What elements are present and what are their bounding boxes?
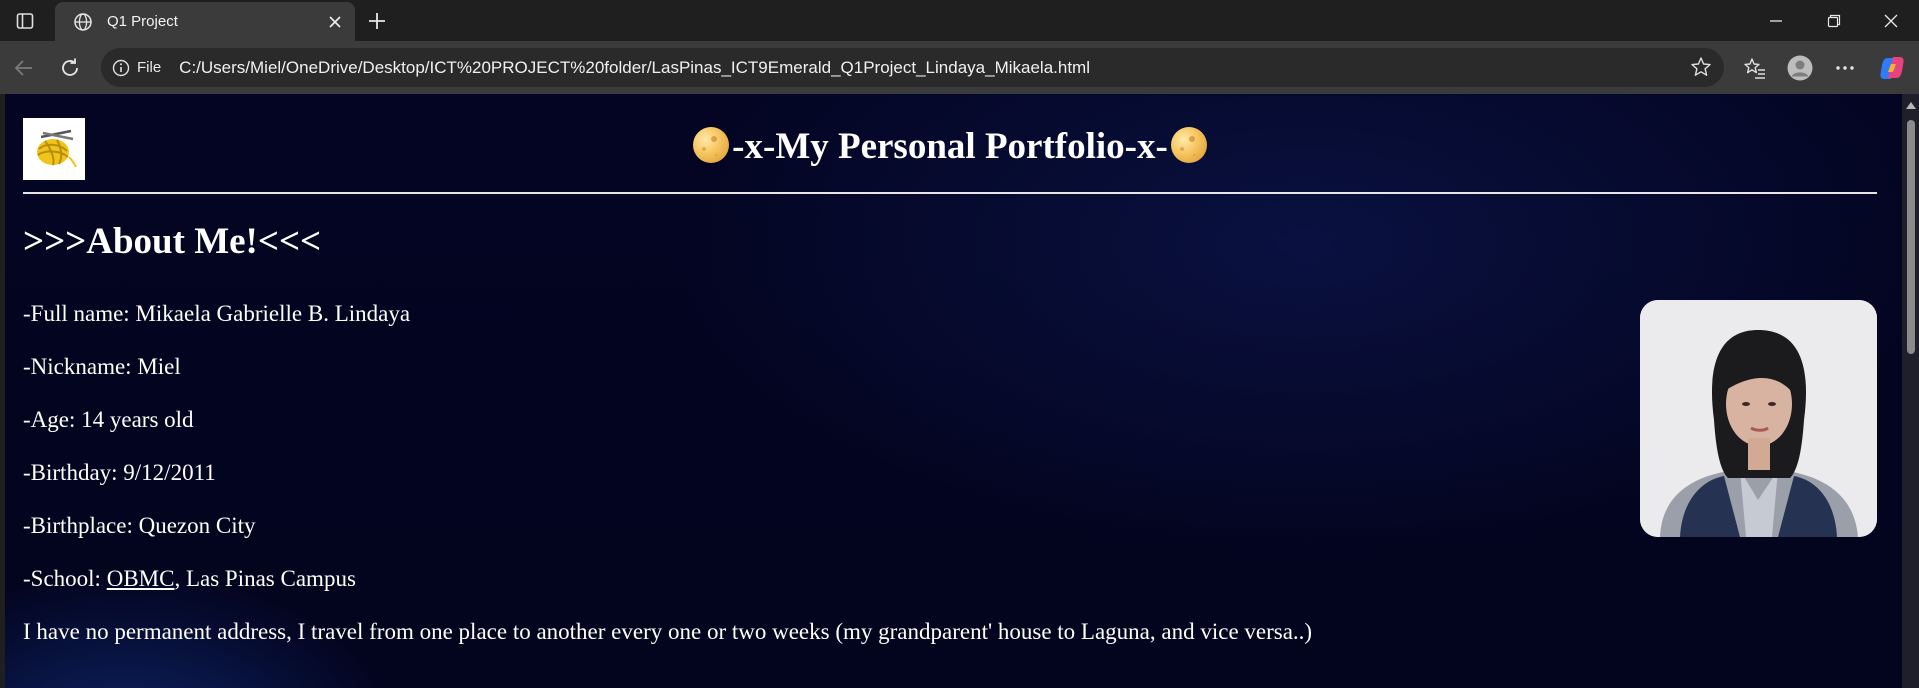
page-title: -x-My Personal Portfolio-x- [23, 122, 1877, 172]
birthplace-value: Quezon City [138, 513, 256, 538]
reload-button[interactable] [55, 53, 85, 83]
birthday-value: 9/12/2011 [123, 460, 216, 485]
school-campus: , Las Pinas Campus [174, 566, 356, 591]
birthday-label: -Birthday: [23, 460, 118, 485]
browser-tab-strip: Q1 Project [0, 0, 1919, 41]
birthplace-label: -Birthplace: [23, 513, 133, 538]
close-tab-button[interactable] [325, 12, 345, 32]
favorite-star-icon[interactable] [1690, 56, 1712, 78]
nickname-line: -Nickname: Miel [23, 353, 181, 381]
page-viewport: -x-My Personal Portfolio-x- >>>About Me!… [5, 94, 1919, 688]
info-icon [112, 59, 130, 76]
school-label: -School: [23, 566, 101, 591]
restore-icon [1827, 14, 1840, 27]
back-button[interactable] [9, 53, 39, 83]
file-scheme-label: File [137, 59, 162, 76]
scroll-up-arrow-icon[interactable] [1906, 102, 1916, 109]
more-dots-icon [1836, 66, 1854, 70]
plus-icon [369, 13, 385, 29]
tab-actions-button[interactable] [10, 8, 40, 34]
moon-emoji-right [1170, 127, 1207, 163]
active-tab[interactable]: Q1 Project [55, 2, 355, 41]
header-divider [23, 192, 1877, 194]
school-link[interactable]: OBMC [107, 566, 175, 591]
minimize-button[interactable] [1747, 0, 1804, 41]
new-tab-button[interactable] [364, 8, 390, 34]
settings-more-button[interactable] [1830, 53, 1860, 83]
scrollbar-thumb[interactable] [1907, 120, 1915, 354]
age-line: -Age: 14 years old [23, 406, 194, 434]
school-line: -School: OBMC, Las Pinas Campus [23, 565, 356, 593]
restore-button[interactable] [1805, 0, 1862, 41]
full-name-value: Mikaela Gabrielle B. Lindaya [135, 301, 411, 326]
nickname-value: Miel [137, 354, 181, 379]
birthplace-line: -Birthplace: Quezon City [23, 512, 256, 540]
portrait-image [1640, 300, 1877, 537]
site-info-button[interactable] [111, 58, 131, 78]
page-title-text: -x-My Personal Portfolio-x- [732, 126, 1168, 167]
profile-button[interactable] [1785, 53, 1815, 83]
tab-actions-icon [16, 13, 34, 29]
full-name-line: -Full name: Mikaela Gabrielle B. Lindaya [23, 300, 410, 328]
age-label: -Age: [23, 407, 76, 432]
birthday-line: -Birthday: 9/12/2011 [23, 459, 216, 487]
address-note: I have no permanent address, I travel fr… [23, 619, 1313, 644]
reload-icon [62, 58, 78, 76]
moon-emoji-left [693, 127, 730, 163]
nickname-label: -Nickname: [23, 354, 132, 379]
copilot-icon [1880, 57, 1904, 79]
tab-title: Q1 Project [107, 13, 178, 30]
close-icon [329, 15, 341, 28]
address-bar[interactable]: File C:/Users/Miel/OneDrive/Desktop/ICT%… [101, 48, 1724, 87]
close-window-button[interactable] [1862, 0, 1919, 41]
profile-photo [1640, 300, 1877, 537]
url-text[interactable]: C:/Users/Miel/OneDrive/Desktop/ICT%20PRO… [179, 58, 1090, 78]
profile-avatar-icon [1787, 55, 1813, 81]
globe-icon [74, 12, 92, 31]
about-me-heading: >>>About Me!<<< [23, 221, 322, 262]
back-arrow-icon [14, 60, 32, 76]
copilot-button[interactable] [1877, 53, 1907, 83]
favorites-button[interactable] [1740, 53, 1770, 83]
browser-toolbar: File C:/Users/Miel/OneDrive/Desktop/ICT%… [0, 41, 1919, 94]
age-value: 14 years old [81, 407, 194, 432]
full-name-label: -Full name: [23, 301, 130, 326]
page-scrollbar[interactable] [1902, 94, 1919, 688]
close-window-icon [1884, 14, 1897, 27]
favorites-list-icon [1744, 58, 1765, 79]
minimize-icon [1769, 19, 1782, 22]
